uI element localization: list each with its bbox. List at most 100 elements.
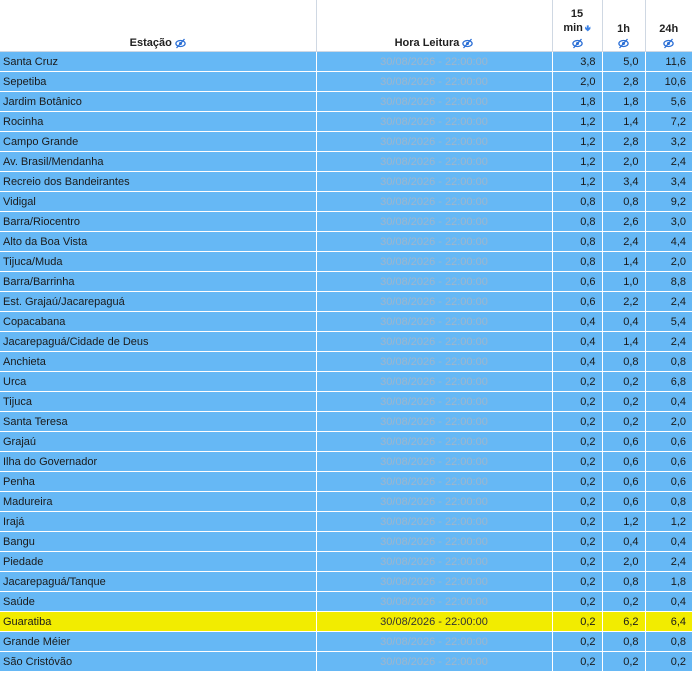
cell-time: 30/08/2026 - 22:00:00 bbox=[316, 211, 553, 232]
table-row[interactable]: Jacarepaguá/Cidade de Deus 30/08/2026 - 2… bbox=[0, 331, 692, 352]
column-header-24h[interactable]: 24h bbox=[645, 0, 692, 52]
cell-station: São Cristóvão bbox=[0, 651, 317, 672]
cell-15min: 0,2 bbox=[552, 491, 603, 512]
table-row[interactable]: Tijuca 30/08/2026 - 22:00:00 0,2 0,2 0,4 bbox=[0, 391, 692, 412]
table-row[interactable]: Santa Teresa 30/08/2026 - 22:00:00 0,2 0,2 2… bbox=[0, 411, 692, 432]
column-header-1h-label: 1h bbox=[617, 23, 630, 35]
cell-time: 30/08/2026 - 22:00:00 bbox=[316, 91, 553, 112]
cell-15min: 0,8 bbox=[552, 231, 603, 252]
table-row[interactable]: Recreio dos Bandeirantes 30/08/2026 - 22:… bbox=[0, 171, 692, 192]
cell-24h: 0,8 bbox=[645, 491, 692, 512]
cell-15min: 1,2 bbox=[552, 111, 603, 132]
cell-24h: 2,4 bbox=[645, 551, 692, 572]
sort-down-icon[interactable]: 🢃 bbox=[585, 24, 591, 33]
table-row[interactable]: Irajá 30/08/2026 - 22:00:00 0,2 1,2 1,2 bbox=[0, 511, 692, 532]
cell-15min: 1,2 bbox=[552, 131, 603, 152]
eye-slash-icon[interactable] bbox=[175, 38, 186, 49]
column-header-1h[interactable]: 1h bbox=[602, 0, 646, 52]
table-row[interactable]: Bangu 30/08/2026 - 22:00:00 0,2 0,4 0,4 bbox=[0, 531, 692, 552]
cell-24h: 0,6 bbox=[645, 471, 692, 492]
cell-time: 30/08/2026 - 22:00:00 bbox=[316, 331, 553, 352]
cell-time: 30/08/2026 - 22:00:00 bbox=[316, 371, 553, 392]
cell-station: Jacarepaguá/Tanque bbox=[0, 571, 317, 592]
table-row[interactable]: Grande Méier 30/08/2026 - 22:00:00 0,2 0,8 0… bbox=[0, 631, 692, 652]
cell-1h: 2,8 bbox=[602, 131, 646, 152]
table-row[interactable]: Campo Grande 30/08/2026 - 22:00:00 1,2 2,8 3… bbox=[0, 131, 692, 152]
table-row[interactable]: Barra/Riocentro 30/08/2026 - 22:00:00 0,8 2… bbox=[0, 211, 692, 232]
cell-15min: 1,2 bbox=[552, 151, 603, 172]
cell-station: Tijuca bbox=[0, 391, 317, 412]
cell-station: Grande Méier bbox=[0, 631, 317, 652]
table-row[interactable]: Av. Brasil/Mendanha 30/08/2026 - 22:00:00… bbox=[0, 151, 692, 172]
eye-slash-icon[interactable] bbox=[618, 38, 629, 49]
table-row[interactable]: Alto da Boa Vista 30/08/2026 - 22:00:00 0,… bbox=[0, 231, 692, 252]
column-header-time[interactable]: Hora Leitura bbox=[316, 0, 553, 52]
table-row[interactable]: Penha 30/08/2026 - 22:00:00 0,2 0,6 0,6 bbox=[0, 471, 692, 492]
table-row[interactable]: Guaratiba 30/08/2026 - 22:00:00 0,2 6,2 6,4 bbox=[0, 611, 692, 632]
cell-15min: 0,6 bbox=[552, 291, 603, 312]
table-row[interactable]: Vidigal 30/08/2026 - 22:00:00 0,8 0,8 9,2 bbox=[0, 191, 692, 212]
cell-time: 30/08/2026 - 22:00:00 bbox=[316, 291, 553, 312]
cell-station: Santa Cruz bbox=[0, 51, 317, 72]
table-row[interactable]: Est. Grajaú/Jacarepaguá 30/08/2026 - 22:0… bbox=[0, 291, 692, 312]
table-row[interactable]: Tijuca/Muda 30/08/2026 - 22:00:00 0,8 1,4 2,… bbox=[0, 251, 692, 272]
eye-slash-icon[interactable] bbox=[663, 38, 674, 49]
table-row[interactable]: Rocinha 30/08/2026 - 22:00:00 1,2 1,4 7,2 bbox=[0, 111, 692, 132]
eye-slash-icon[interactable] bbox=[462, 38, 474, 49]
cell-station: Tijuca/Muda bbox=[0, 251, 317, 272]
column-header-15min-top: 15 bbox=[570, 8, 584, 20]
table-row[interactable]: Urca 30/08/2026 - 22:00:00 0,2 0,2 6,8 bbox=[0, 371, 692, 392]
table-row[interactable]: Piedade 30/08/2026 - 22:00:00 0,2 2,0 2,4 bbox=[0, 551, 692, 572]
table-row[interactable]: Santa Cruz 30/08/2026 - 22:00:00 3,8 5,0 11,… bbox=[0, 51, 692, 72]
cell-station: Barra/Barrinha bbox=[0, 271, 317, 292]
cell-time: 30/08/2026 - 22:00:00 bbox=[316, 191, 553, 212]
cell-station: Est. Grajaú/Jacarepaguá bbox=[0, 291, 317, 312]
table-row[interactable]: Madureira 30/08/2026 - 22:00:00 0,2 0,6 0,8 bbox=[0, 491, 692, 512]
cell-1h: 0,2 bbox=[602, 411, 646, 432]
cell-station: Piedade bbox=[0, 551, 317, 572]
cell-station: Alto da Boa Vista bbox=[0, 231, 317, 252]
cell-1h: 0,2 bbox=[602, 651, 646, 672]
cell-15min: 0,4 bbox=[552, 331, 603, 352]
cell-station: Madureira bbox=[0, 491, 317, 512]
cell-15min: 0,2 bbox=[552, 571, 603, 592]
table-row[interactable]: Jacarepaguá/Tanque 30/08/2026 - 22:00:00 0… bbox=[0, 571, 692, 592]
column-header-15min-bottom: min bbox=[563, 22, 583, 34]
cell-1h: 2,0 bbox=[602, 151, 646, 172]
cell-15min: 0,4 bbox=[552, 311, 603, 332]
cell-station: Barra/Riocentro bbox=[0, 211, 317, 232]
cell-15min: 0,2 bbox=[552, 431, 603, 452]
table-row[interactable]: Sepetiba 30/08/2026 - 22:00:00 2,0 2,8 10,6 bbox=[0, 71, 692, 92]
cell-time: 30/08/2026 - 22:00:00 bbox=[316, 171, 553, 192]
cell-15min: 0,4 bbox=[552, 351, 603, 372]
cell-time: 30/08/2026 - 22:00:00 bbox=[316, 631, 553, 652]
cell-24h: 5,4 bbox=[645, 311, 692, 332]
cell-1h: 2,2 bbox=[602, 291, 646, 312]
cell-15min: 0,2 bbox=[552, 591, 603, 612]
cell-1h: 0,6 bbox=[602, 471, 646, 492]
table-row[interactable]: São Cristóvão 30/08/2026 - 22:00:00 0,2 0,2… bbox=[0, 651, 692, 672]
cell-24h: 8,8 bbox=[645, 271, 692, 292]
cell-15min: 0,2 bbox=[552, 391, 603, 412]
column-header-15min[interactable]: 15 min 🢃 bbox=[552, 0, 603, 52]
column-header-station[interactable]: Estação bbox=[0, 0, 317, 52]
table-row[interactable]: Jardim Botânico 30/08/2026 - 22:00:00 1,8 1… bbox=[0, 91, 692, 112]
table-row[interactable]: Ilha do Governador 30/08/2026 - 22:00:00 0… bbox=[0, 451, 692, 472]
cell-station: Recreio dos Bandeirantes bbox=[0, 171, 317, 192]
cell-station: Penha bbox=[0, 471, 317, 492]
table-row[interactable]: Barra/Barrinha 30/08/2026 - 22:00:00 0,6 1,… bbox=[0, 271, 692, 292]
table-row[interactable]: Saúde 30/08/2026 - 22:00:00 0,2 0,2 0,4 bbox=[0, 591, 692, 612]
column-header-station-label: Estação bbox=[129, 37, 172, 49]
cell-time: 30/08/2026 - 22:00:00 bbox=[316, 511, 553, 532]
cell-24h: 2,0 bbox=[645, 251, 692, 272]
cell-24h: 0,2 bbox=[645, 651, 692, 672]
table-row[interactable]: Grajaú 30/08/2026 - 22:00:00 0,2 0,6 0,6 bbox=[0, 431, 692, 452]
cell-1h: 5,0 bbox=[602, 51, 646, 72]
cell-24h: 9,2 bbox=[645, 191, 692, 212]
eye-slash-icon[interactable] bbox=[571, 38, 583, 49]
cell-1h: 0,2 bbox=[602, 371, 646, 392]
table-row[interactable]: Copacabana 30/08/2026 - 22:00:00 0,4 0,4 5,4 bbox=[0, 311, 692, 332]
cell-station: Urca bbox=[0, 371, 317, 392]
cell-time: 30/08/2026 - 22:00:00 bbox=[316, 531, 553, 552]
table-row[interactable]: Anchieta 30/08/2026 - 22:00:00 0,4 0,8 0,8 bbox=[0, 351, 692, 372]
